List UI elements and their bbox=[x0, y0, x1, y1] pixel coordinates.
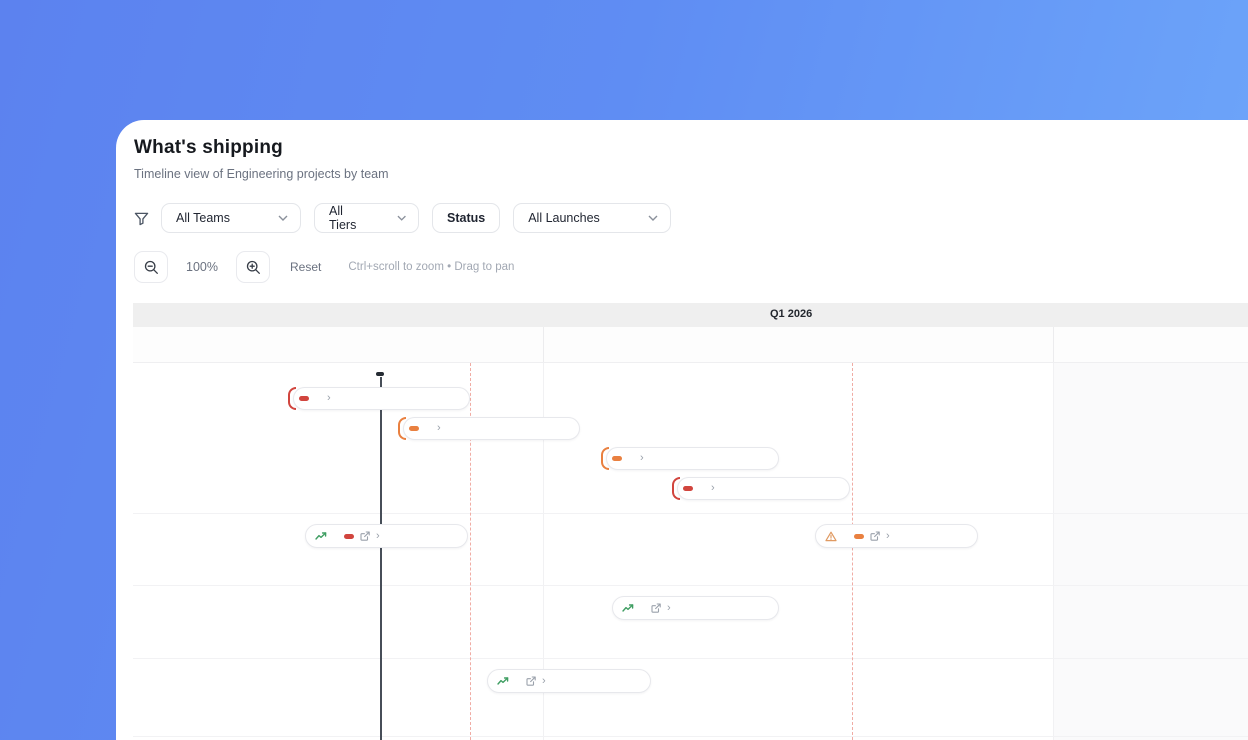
today-line bbox=[380, 377, 382, 740]
chevron-down-icon bbox=[278, 215, 288, 221]
external-link-icon[interactable] bbox=[651, 603, 661, 613]
project-pill[interactable]: › bbox=[606, 447, 779, 470]
launch-pill[interactable]: › bbox=[487, 669, 651, 693]
launch-pill[interactable]: › bbox=[612, 596, 779, 620]
tier-badge bbox=[854, 533, 864, 539]
trend-up-icon bbox=[622, 603, 634, 613]
chevron-right-icon: › bbox=[542, 674, 546, 687]
row-separator bbox=[133, 585, 1248, 586]
teams-dropdown[interactable]: All Teams bbox=[161, 203, 301, 233]
external-link-icon[interactable] bbox=[360, 531, 370, 541]
tier-badge bbox=[683, 486, 693, 491]
zoom-in-icon bbox=[246, 260, 260, 274]
launch-pill[interactable]: › bbox=[815, 524, 978, 548]
tiers-dropdown-value: All Tiers bbox=[329, 204, 357, 232]
month-gridline bbox=[1053, 363, 1054, 740]
filter-funnel-icon bbox=[134, 212, 149, 225]
tier-badge bbox=[612, 456, 622, 461]
launch-pill[interactable]: › bbox=[305, 524, 468, 548]
zoom-controls: 100% Reset Ctrl+scroll to zoom • Drag to… bbox=[134, 251, 514, 283]
tier-badge bbox=[299, 396, 309, 401]
chevron-right-icon: › bbox=[437, 422, 441, 434]
reset-zoom-button[interactable]: Reset bbox=[290, 260, 321, 274]
external-link-icon[interactable] bbox=[526, 676, 536, 686]
project-pill[interactable]: › bbox=[403, 417, 580, 440]
tiers-dropdown[interactable]: All Tiers bbox=[314, 203, 419, 233]
timeline-grid[interactable]: › › › › › › › › bbox=[133, 363, 1248, 740]
chevron-down-icon bbox=[648, 215, 658, 221]
external-link-icon[interactable] bbox=[870, 531, 880, 541]
chevron-right-icon: › bbox=[711, 482, 715, 494]
teams-dropdown-value: All Teams bbox=[176, 211, 230, 225]
month-divider bbox=[1053, 327, 1054, 362]
status-filter-button[interactable]: Status bbox=[432, 203, 501, 233]
project-pill[interactable]: › bbox=[677, 477, 850, 500]
row-separator bbox=[133, 736, 1248, 737]
zoom-out-icon bbox=[144, 260, 158, 274]
trend-up-icon bbox=[497, 676, 509, 686]
trend-up-icon bbox=[315, 531, 327, 541]
row-separator bbox=[133, 658, 1248, 659]
tier-badge bbox=[344, 533, 354, 539]
page-subtitle: Timeline view of Engineering projects by… bbox=[134, 167, 389, 181]
milestone-date-line bbox=[852, 363, 853, 740]
month-divider bbox=[543, 327, 544, 362]
tier-badge bbox=[409, 426, 419, 431]
chevron-right-icon: › bbox=[376, 529, 380, 542]
next-month-shade bbox=[1053, 363, 1248, 740]
today-badge bbox=[376, 372, 384, 376]
launches-dropdown-value: All Launches bbox=[528, 211, 600, 225]
row-separator bbox=[133, 513, 1248, 514]
filter-row: All Teams All Tiers Status All Launches bbox=[134, 203, 684, 233]
quarter-label: Q1 2026 bbox=[770, 308, 813, 320]
launches-dropdown[interactable]: All Launches bbox=[513, 203, 672, 233]
page-title: What's shipping bbox=[134, 137, 283, 158]
zoom-out-button[interactable] bbox=[134, 251, 168, 283]
zoom-hint: Ctrl+scroll to zoom • Drag to pan bbox=[348, 261, 515, 273]
zoom-level: 100% bbox=[186, 260, 218, 274]
quarter-header: Q1 2026 bbox=[133, 303, 1248, 327]
status-filter-label: Status bbox=[447, 211, 486, 225]
zoom-in-button[interactable] bbox=[236, 251, 270, 283]
chevron-right-icon: › bbox=[640, 452, 644, 464]
chevron-right-icon: › bbox=[886, 529, 890, 542]
month-header bbox=[133, 327, 1248, 363]
chevron-right-icon: › bbox=[327, 392, 331, 404]
chevron-right-icon: › bbox=[667, 601, 671, 614]
project-pill[interactable]: › bbox=[293, 387, 470, 410]
warning-icon bbox=[825, 531, 837, 542]
chevron-down-icon bbox=[397, 215, 406, 221]
